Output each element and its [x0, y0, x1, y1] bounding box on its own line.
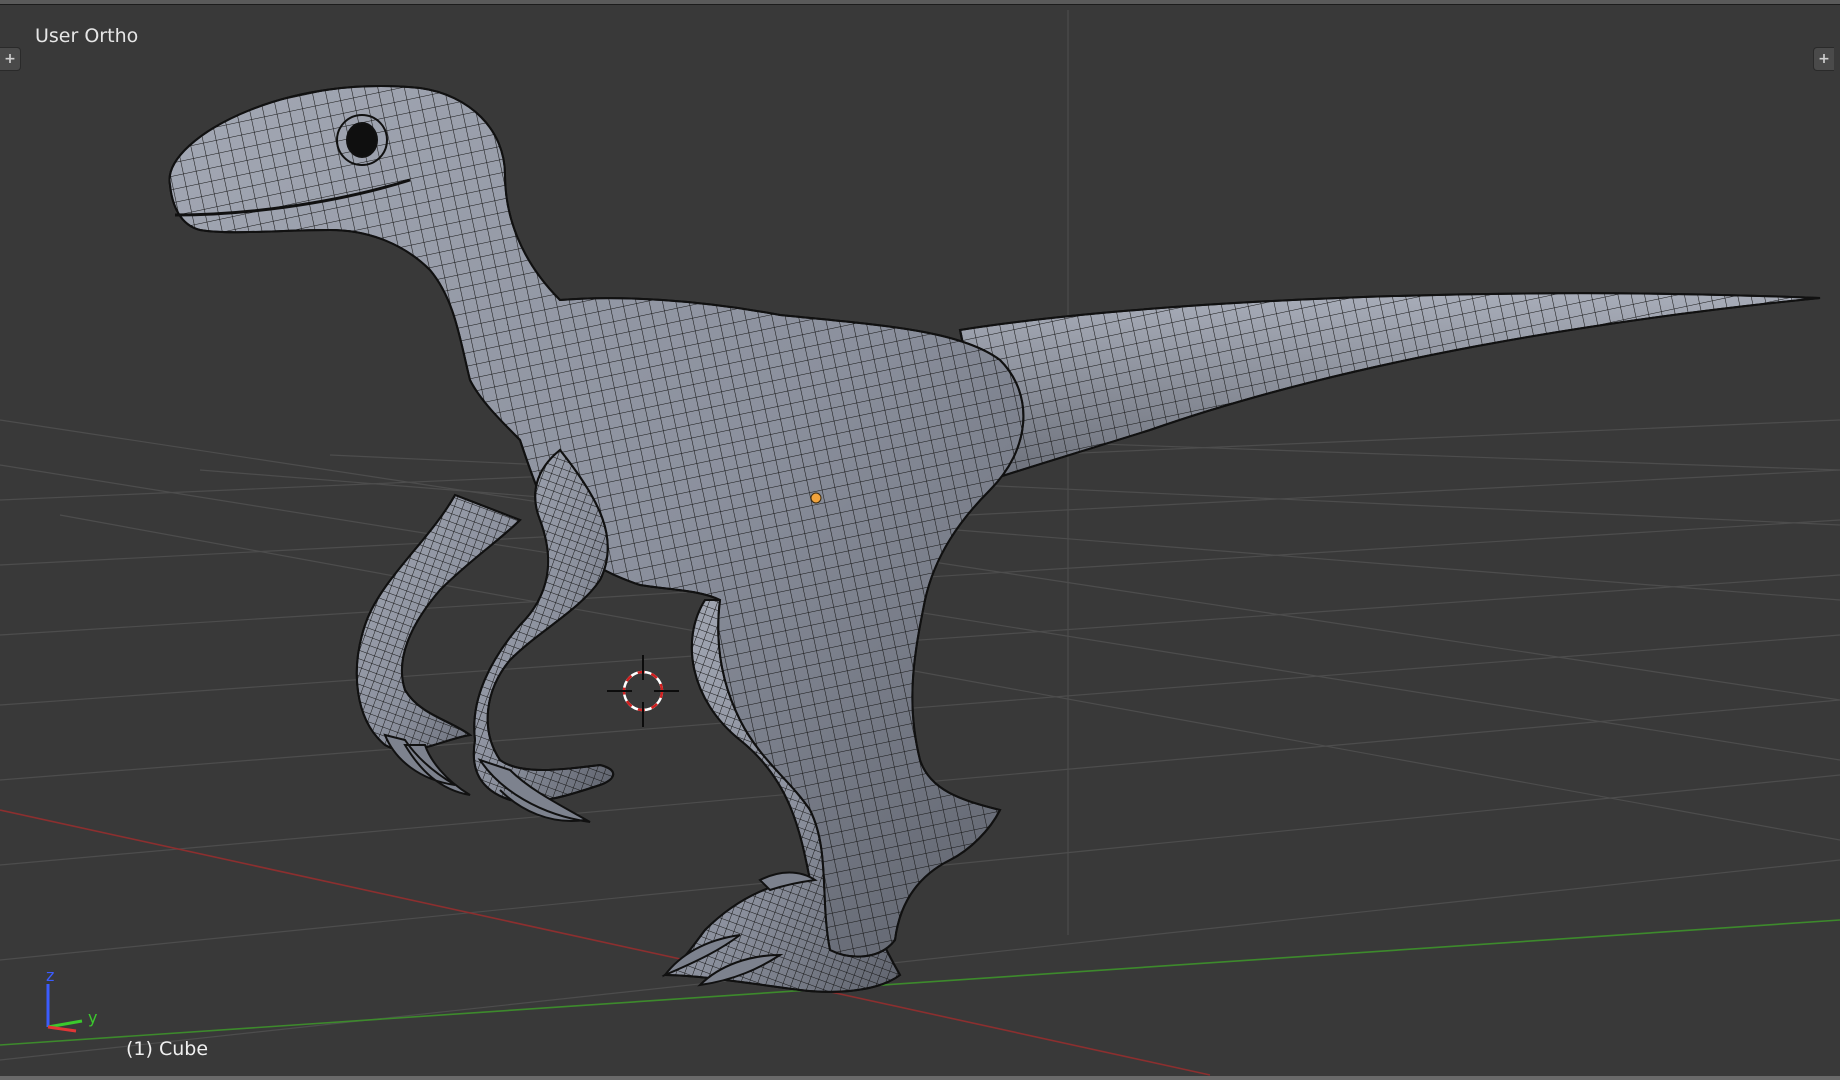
scene-canvas[interactable]: z y	[0, 0, 1840, 1080]
view-name-label: User Ortho	[35, 25, 139, 47]
3d-cursor-icon[interactable]	[607, 655, 679, 727]
x-axis-line	[0, 809, 1211, 1076]
origin-dot-icon[interactable]	[810, 492, 822, 504]
raptor-mesh[interactable]	[168, 85, 1821, 993]
active-object-label: (1) Cube	[126, 1038, 209, 1060]
viewport-bottom-edge[interactable]	[0, 1076, 1840, 1080]
add-region-icon[interactable]: +	[0, 47, 21, 71]
y-axis-line	[0, 919, 1840, 1046]
gizmo-z-label: z	[46, 966, 54, 985]
gizmo-y-label: y	[88, 1008, 97, 1027]
axis-gizmo-icon: z y	[46, 966, 97, 1033]
add-region-icon[interactable]: +	[1813, 47, 1834, 71]
3d-viewport[interactable]: z y User Ortho (1) Cube + +	[0, 0, 1840, 1080]
